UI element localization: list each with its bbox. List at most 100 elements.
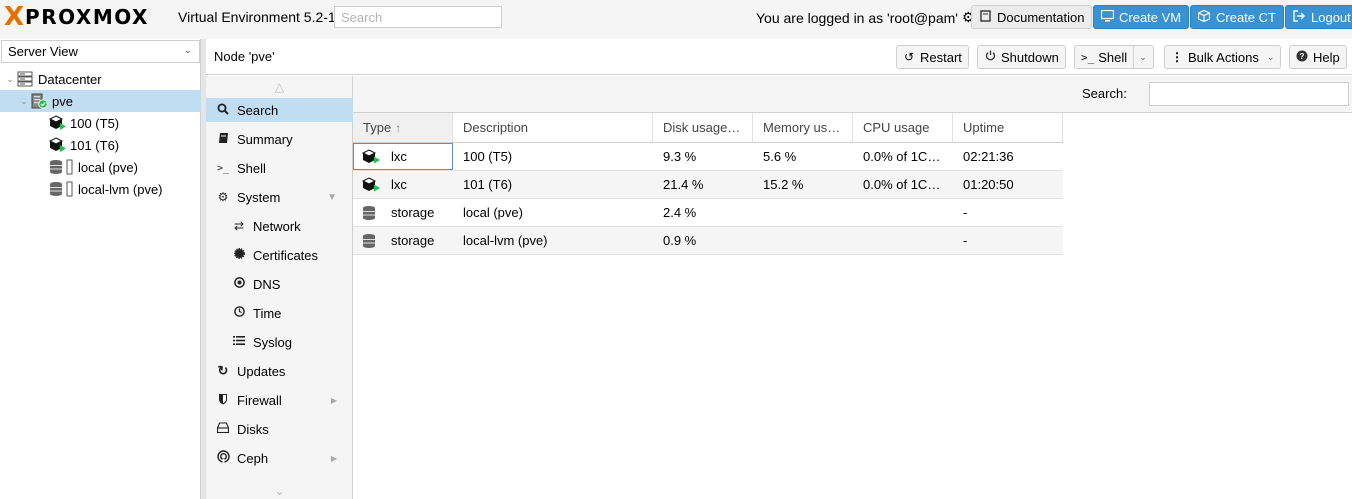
uptime-cell: 02:21:36 (963, 149, 1014, 164)
description-cell: 100 (T5) (463, 149, 513, 164)
tree-item-datacenter[interactable]: ⌄ Datacenter (0, 68, 201, 90)
exchange-icon: ⇄ (233, 219, 245, 233)
help-button[interactable]: ? Help (1289, 45, 1347, 69)
type-cell[interactable]: lxc (353, 143, 453, 170)
shutdown-button[interactable]: Shutdown (977, 45, 1066, 69)
logout-label: Logout (1311, 9, 1351, 25)
menu-item-dns[interactable]: DNS (206, 272, 353, 296)
type-cell[interactable]: storage (353, 199, 453, 226)
create-ct-button[interactable]: Create CT (1190, 5, 1284, 29)
scroll-down-chevron-icon[interactable]: ⌄ (206, 484, 353, 498)
menu-item-label: DNS (253, 276, 281, 292)
chevron-right-icon[interactable]: ▶ (331, 396, 337, 405)
tree-item-ct-100[interactable]: 100 (T5) (0, 112, 201, 134)
resource-tree-panel: Server View ⌄ ⌄ Datacenter ⌄ pve 100 (T5… (0, 39, 201, 499)
table-row[interactable]: lxc 100 (T5) 9.3 % 5.6 % 0.0% of 1C… 02:… (353, 143, 1063, 171)
login-text: You are logged in as 'root@pam' (756, 9, 958, 26)
menu-item-summary[interactable]: Summary (206, 127, 353, 151)
chevron-down-icon[interactable]: ▼ (327, 192, 337, 203)
disk-usage-cell: 2.4 % (663, 205, 697, 220)
restart-button[interactable]: ↺ Restart (896, 45, 969, 69)
storage-icon (361, 205, 381, 221)
chevron-right-icon[interactable]: ▶ (331, 454, 337, 463)
create-vm-button[interactable]: Create VM (1093, 5, 1190, 29)
tree-item-ct-101[interactable]: 101 (T6) (0, 134, 201, 156)
container-running-icon (48, 115, 66, 131)
terminal-icon: >_ (216, 162, 230, 174)
menu-item-label: Ceph (237, 450, 269, 466)
shell-button[interactable]: >_ Shell ⌄ (1074, 45, 1154, 69)
menu-item-label: Firewall (237, 392, 282, 408)
cpu-usage-cell (853, 227, 953, 254)
cpu-usage-cell (853, 199, 953, 226)
node-online-icon (30, 93, 48, 109)
undo-icon: ↺ (903, 50, 915, 64)
column-header-label: Description (463, 120, 529, 135)
search-content: Search: Type ↑ Description Disk usage… M… (353, 76, 1352, 499)
menu-item-label: Summary (237, 131, 293, 147)
menu-item-search[interactable]: Search (206, 98, 353, 122)
logout-button[interactable]: Logout (1285, 5, 1352, 29)
shell-label: Shell (1098, 49, 1128, 65)
global-search-input[interactable] (334, 6, 502, 28)
menu-item-updates[interactable]: ↻ Updates (206, 359, 353, 383)
create-vm-label: Create VM (1119, 9, 1182, 25)
description-cell: local-lvm (pve) (463, 233, 548, 248)
type-cell[interactable]: storage (353, 227, 453, 254)
menu-item-time[interactable]: Time (206, 301, 353, 325)
tree-item-storage-local[interactable]: local (pve) (0, 156, 201, 178)
description-cell: 101 (T6) (463, 177, 513, 192)
column-header-memory-usage[interactable]: Memory us… (753, 113, 853, 142)
table-row[interactable]: lxc 101 (T6) 21.4 % 15.2 % 0.0% of 1C… 0… (353, 171, 1063, 199)
column-header-disk-usage[interactable]: Disk usage… (653, 113, 753, 142)
disk-usage-cell: 9.3 % (663, 149, 697, 164)
top-bar: X PROXMOX Virtual Environment 5.2-1 You … (0, 0, 1352, 38)
column-header-uptime[interactable]: Uptime (953, 113, 1063, 142)
sort-ascending-icon: ↑ (395, 120, 402, 135)
power-off-icon (984, 50, 996, 64)
uptime-cell: - (963, 233, 968, 248)
column-header-label: Memory us… (763, 120, 841, 135)
table-row[interactable]: storage local-lvm (pve) 0.9 % - (353, 227, 1063, 255)
documentation-button[interactable]: Documentation (971, 5, 1093, 29)
node-title: Node 'pve' (214, 49, 275, 64)
tree-item-label: local-lvm (pve) (78, 181, 163, 197)
shield-icon (216, 393, 230, 408)
description-cell: local (pve) (463, 205, 523, 220)
chevron-down-icon[interactable]: ⌄ (184, 45, 192, 56)
bulk-actions-button[interactable]: ⋮ Bulk Actions ⌄ (1164, 45, 1282, 69)
table-row[interactable]: storage local (pve) 2.4 % - (353, 199, 1063, 227)
bulk-actions-label: Bulk Actions (1188, 49, 1259, 65)
chevron-down-icon[interactable]: ⌄ (1133, 46, 1147, 68)
version-label: Virtual Environment 5.2-1 (178, 9, 336, 25)
tree-item-storage-local-lvm[interactable]: local-lvm (pve) (0, 178, 201, 200)
memory-usage-cell: 15.2 % (763, 177, 804, 192)
scroll-up-chevron-icon[interactable]: △ (206, 80, 353, 94)
menu-item-ceph[interactable]: Ceph ▶ (206, 446, 353, 470)
resource-search-input[interactable] (1149, 82, 1349, 106)
column-header-cpu-usage[interactable]: CPU usage (853, 113, 953, 142)
menu-item-disks[interactable]: Disks (206, 417, 353, 441)
collapse-arrow-icon[interactable]: ⌄ (18, 96, 30, 107)
tree-item-pve[interactable]: ⌄ pve (0, 90, 201, 112)
search-label: Search: (1082, 86, 1127, 101)
view-selector[interactable]: Server View ⌄ (1, 40, 200, 63)
proxmox-logo[interactable]: X PROXMOX (4, 4, 149, 30)
menu-item-syslog[interactable]: Syslog (206, 330, 353, 354)
menu-item-system[interactable]: ⚙ System ▼ (206, 185, 353, 209)
node-header: Node 'pve' ↺ Restart Shutdown >_ Shell ⌄… (206, 39, 1352, 75)
grid-header: Type ↑ Description Disk usage… Memory us… (353, 113, 1063, 143)
menu-item-network[interactable]: ⇄ Network (206, 214, 353, 238)
refresh-icon: ↻ (217, 363, 229, 378)
collapse-arrow-icon[interactable]: ⌄ (4, 74, 16, 85)
type-cell[interactable]: lxc (353, 171, 453, 198)
column-header-type[interactable]: Type ↑ (353, 113, 453, 142)
menu-item-label: Time (253, 305, 282, 321)
uptime-cell: - (963, 205, 968, 220)
storage-icon (48, 181, 74, 197)
menu-item-certificates[interactable]: Certificates (206, 243, 353, 267)
menu-item-shell[interactable]: >_ Shell (206, 156, 353, 180)
column-header-description[interactable]: Description (453, 113, 653, 142)
menu-item-firewall[interactable]: Firewall ▶ (206, 388, 353, 412)
datacenter-icon (16, 71, 34, 87)
